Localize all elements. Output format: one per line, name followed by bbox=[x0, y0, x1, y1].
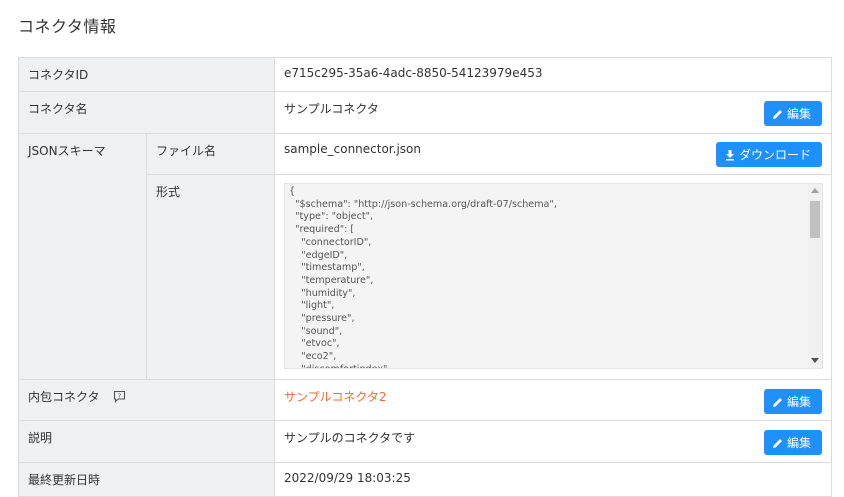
svg-text:?: ? bbox=[118, 392, 121, 400]
page-title: コネクタ情報 bbox=[18, 17, 117, 36]
included-connector-label: 内包コネクタ bbox=[28, 390, 100, 404]
connector-name-cell: サンプルコネクタ 編集 bbox=[274, 91, 832, 134]
file-name-cell: sample_connector.json ダウンロード bbox=[274, 133, 832, 175]
description-label: 説明 bbox=[18, 420, 275, 463]
schema-scrollbar[interactable] bbox=[808, 184, 822, 368]
row-connector-id: コネクタID e715c295-35a6-4adc-8850-54123979e… bbox=[18, 57, 832, 92]
included-connector-label-cell: 内包コネクタ ? bbox=[18, 379, 275, 421]
file-name-value: sample_connector.json bbox=[284, 142, 421, 156]
pencil-icon bbox=[773, 109, 782, 119]
connector-info-table: コネクタID e715c295-35a6-4adc-8850-54123979e… bbox=[18, 57, 832, 497]
edit-button-label: 編集 bbox=[787, 395, 812, 409]
schema-textarea[interactable]: { "$schema": "http://json-schema.org/dra… bbox=[284, 183, 823, 369]
schema-line: "required": [ bbox=[289, 224, 355, 236]
schema-line: "light", bbox=[289, 300, 335, 312]
json-schema-label: JSONスキーマ bbox=[18, 133, 147, 380]
schema-line: "temperature", bbox=[289, 274, 374, 286]
description-cell: サンプルのコネクタです 編集 bbox=[274, 420, 832, 463]
help-comment-icon[interactable]: ? bbox=[113, 390, 126, 403]
edit-button-label: 編集 bbox=[787, 107, 812, 121]
row-json-schema-file: JSONスキーマ ファイル名 sample_connector.json ダウン… bbox=[18, 133, 832, 380]
schema-line: "edgeID", bbox=[289, 249, 348, 261]
file-name-label: ファイル名 bbox=[146, 133, 275, 175]
schema-line: "eco2", bbox=[289, 351, 337, 363]
schema-line: "$schema": "http://json-schema.org/draft… bbox=[289, 198, 557, 210]
last-updated-label: 最終更新日時 bbox=[18, 462, 275, 497]
connector-id-value: e715c295-35a6-4adc-8850-54123979e453 bbox=[274, 57, 832, 92]
pencil-icon bbox=[773, 438, 782, 448]
scroll-down-arrow-icon[interactable] bbox=[811, 358, 819, 363]
edit-description-button[interactable]: 編集 bbox=[764, 430, 822, 455]
edit-connector-name-button[interactable]: 編集 bbox=[764, 101, 822, 126]
format-label: 形式 bbox=[146, 174, 275, 380]
schema-line: "connectorID", bbox=[289, 236, 372, 248]
connector-name-label: コネクタ名 bbox=[18, 91, 275, 134]
row-last-updated: 最終更新日時 2022/09/29 18:03:25 bbox=[18, 462, 832, 497]
connector-id-label: コネクタID bbox=[18, 57, 275, 92]
format-cell: { "$schema": "http://json-schema.org/dra… bbox=[274, 174, 832, 380]
scrollbar-thumb[interactable] bbox=[810, 201, 820, 238]
included-connector-link[interactable]: サンプルコネクタ2 bbox=[284, 390, 387, 404]
schema-line: "sound", bbox=[289, 325, 343, 337]
row-connector-name: コネクタ名 サンプルコネクタ 編集 bbox=[18, 91, 832, 134]
download-button[interactable]: ダウンロード bbox=[716, 142, 822, 167]
schema-content: { "$schema": "http://json-schema.org/dra… bbox=[285, 184, 806, 368]
row-description: 説明 サンプルのコネクタです 編集 bbox=[18, 420, 832, 463]
row-included-connector: 内包コネクタ ? サンプルコネクタ2 編集 bbox=[18, 379, 832, 421]
schema-line: "humidity", bbox=[289, 287, 356, 299]
pencil-icon bbox=[773, 397, 782, 407]
schema-line: "pressure", bbox=[289, 313, 355, 325]
last-updated-value: 2022/09/29 18:03:25 bbox=[274, 462, 832, 497]
scroll-up-arrow-icon[interactable] bbox=[811, 188, 819, 193]
included-connector-cell: サンプルコネクタ2 編集 bbox=[274, 379, 832, 421]
schema-line: "etvoc", bbox=[289, 338, 340, 350]
schema-line: "discomfortindex", bbox=[289, 364, 802, 368]
connector-name-value: サンプルコネクタ bbox=[284, 102, 379, 116]
edit-included-connector-button[interactable]: 編集 bbox=[764, 389, 822, 414]
schema-line: { bbox=[289, 186, 296, 197]
download-icon bbox=[726, 149, 734, 160]
edit-button-label: 編集 bbox=[787, 436, 812, 450]
description-value: サンプルのコネクタです bbox=[284, 431, 416, 445]
download-button-label: ダウンロード bbox=[739, 148, 812, 162]
schema-line: "type": "object", bbox=[289, 211, 374, 223]
schema-line: "timestamp", bbox=[289, 262, 365, 274]
